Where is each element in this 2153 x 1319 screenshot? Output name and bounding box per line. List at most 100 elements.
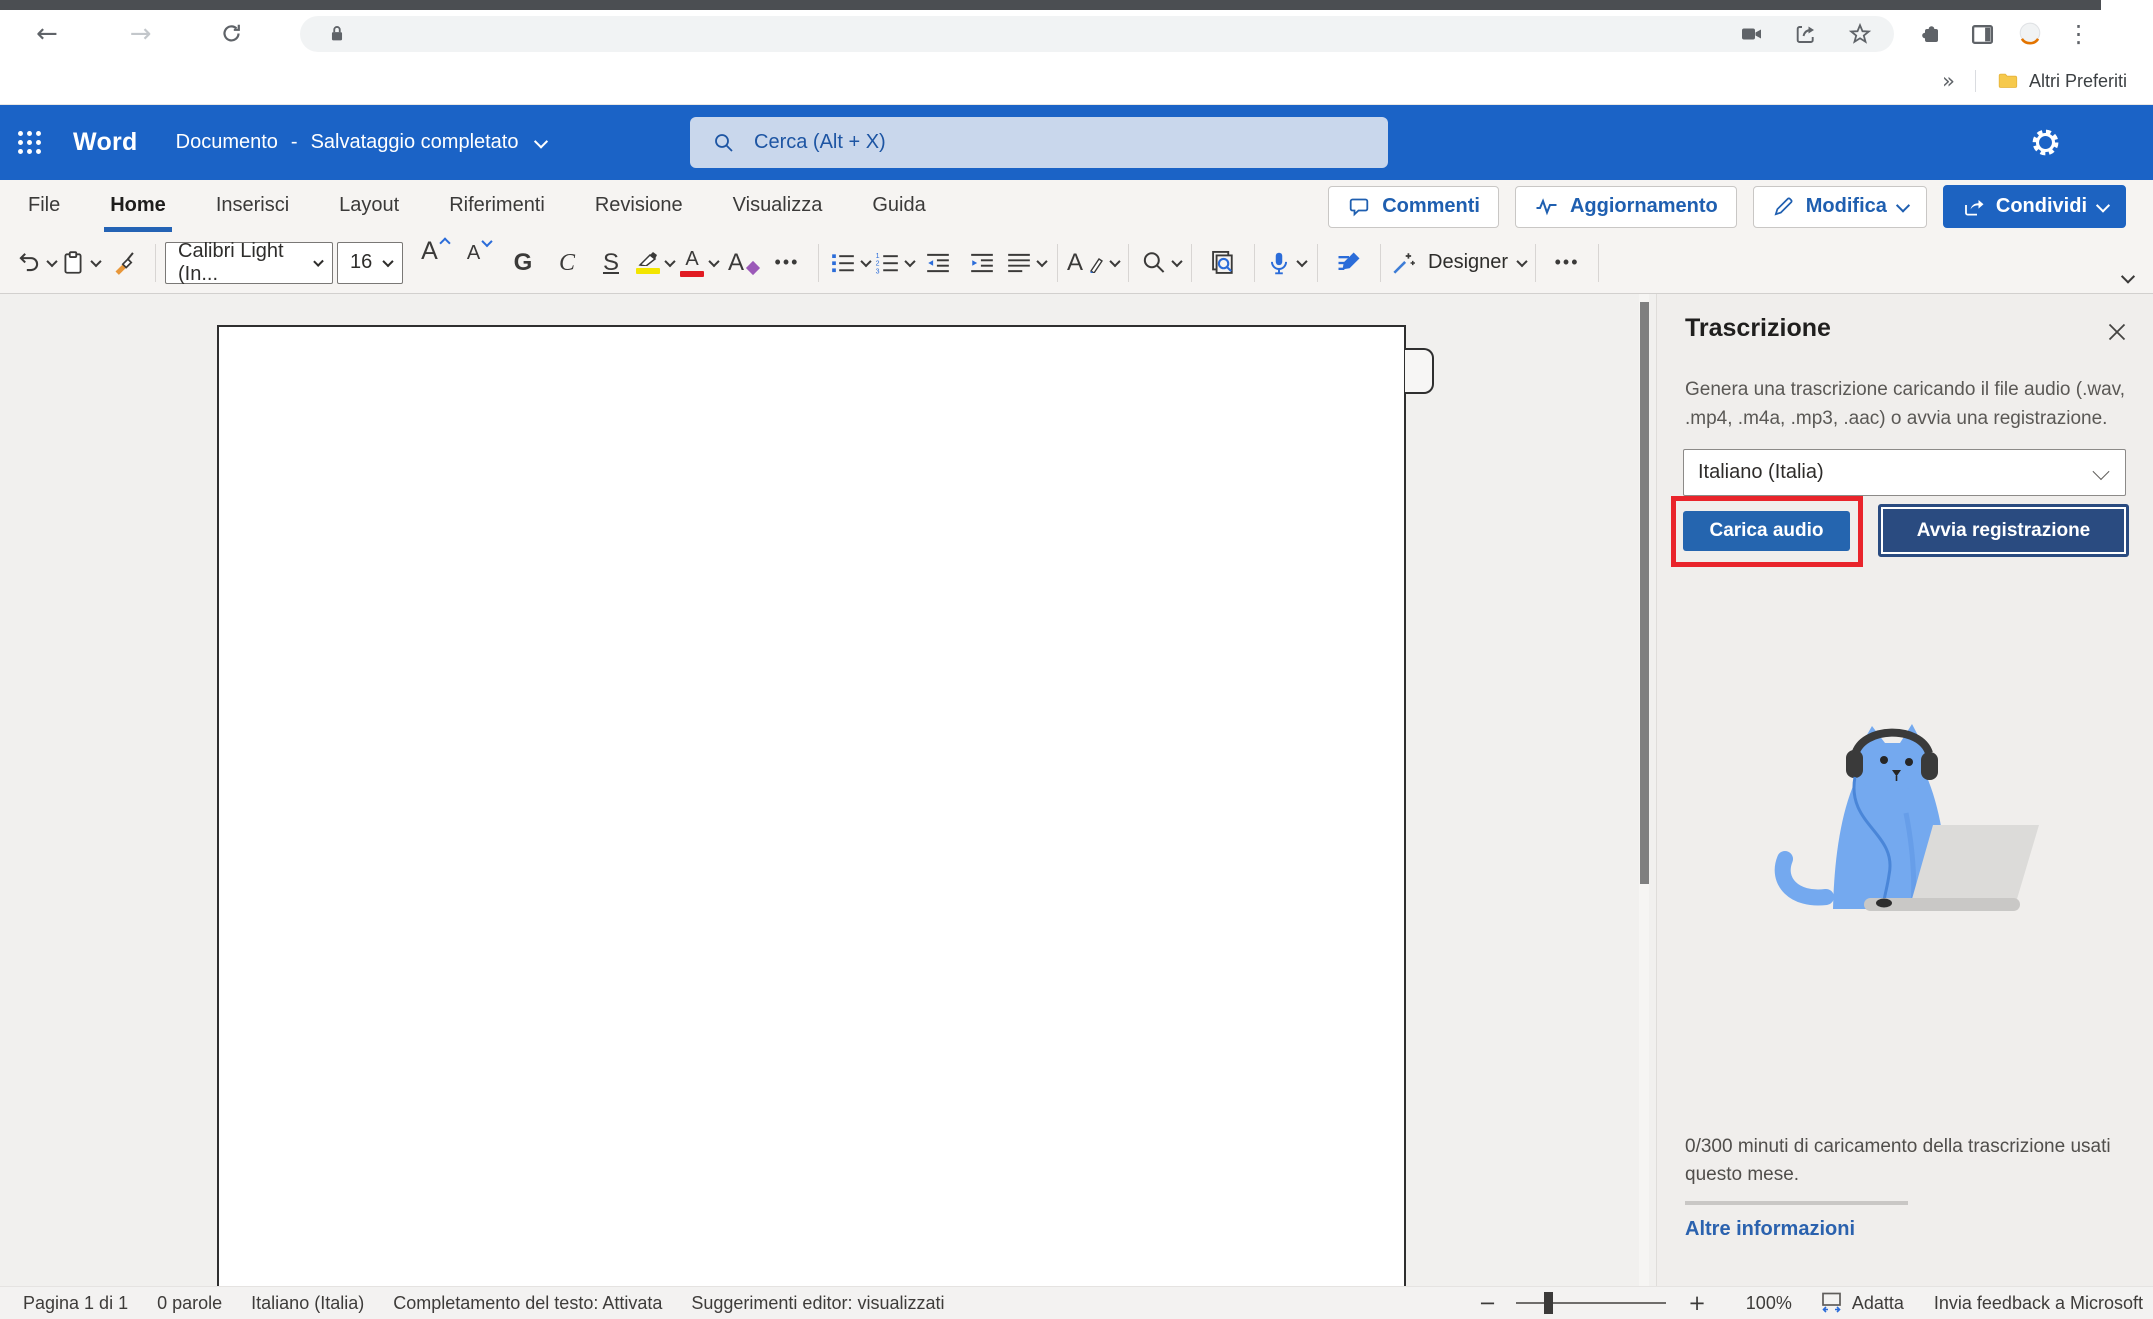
tab-guida[interactable]: Guida xyxy=(847,180,950,232)
zoom-slider[interactable] xyxy=(1516,1302,1666,1304)
bookmark-star-icon[interactable] xyxy=(1848,22,1872,46)
tab-inserisci[interactable]: Inserisci xyxy=(191,180,314,232)
document-page[interactable] xyxy=(217,325,1406,1286)
page-count[interactable]: Pagina 1 di 1 xyxy=(23,1293,128,1314)
comments-button[interactable]: Commenti xyxy=(1328,186,1499,228)
word-count[interactable]: 0 parole xyxy=(157,1293,222,1314)
more-commands-button[interactable]: ••• xyxy=(1545,239,1589,287)
font-size-select[interactable]: 16 xyxy=(337,242,403,284)
zoom-level[interactable]: 100% xyxy=(1746,1293,1792,1314)
chevron-down-icon[interactable] xyxy=(1171,255,1182,266)
tab-layout[interactable]: Layout xyxy=(314,180,424,232)
browser-back-icon[interactable]: ← xyxy=(36,21,58,47)
browser-menu-icon[interactable]: ⋮ xyxy=(2067,20,2091,48)
chevron-down-icon[interactable] xyxy=(533,134,547,148)
chevron-down-icon[interactable] xyxy=(708,255,719,266)
highlight-color-button[interactable] xyxy=(633,239,677,287)
comment-anchor-stub[interactable] xyxy=(1405,348,1434,394)
share-button[interactable]: Condividi xyxy=(1943,185,2126,228)
app-launcher-icon[interactable] xyxy=(16,129,43,156)
format-painter-button[interactable] xyxy=(102,239,146,287)
chevron-down-icon[interactable] xyxy=(1296,255,1307,266)
divider xyxy=(1317,244,1318,282)
updates-button[interactable]: Aggiornamento xyxy=(1515,186,1737,228)
chevron-down-icon[interactable] xyxy=(664,255,675,266)
share-page-icon[interactable] xyxy=(1794,22,1818,46)
document-title[interactable]: Documento - Salvataggio completato xyxy=(176,131,546,154)
media-camera-icon[interactable] xyxy=(1740,22,1764,46)
lock-icon[interactable] xyxy=(326,23,348,45)
chevron-down-icon[interactable] xyxy=(1516,255,1527,266)
increase-indent-button[interactable] xyxy=(960,239,1004,287)
chevron-down-icon[interactable] xyxy=(1036,255,1047,266)
underline-button[interactable]: S xyxy=(589,239,633,287)
styles-button[interactable]: A xyxy=(1067,239,1119,287)
profile-avatar[interactable] xyxy=(2017,21,2043,47)
app-name[interactable]: Word xyxy=(73,128,138,157)
tab-riferimenti[interactable]: Riferimenti xyxy=(424,180,570,232)
chevron-down-icon[interactable] xyxy=(860,255,871,266)
browser-reload-icon[interactable] xyxy=(220,22,244,46)
editor-suggestions-status[interactable]: Suggerimenti editor: visualizzati xyxy=(691,1293,944,1314)
document-language[interactable]: Italiano (Italia) xyxy=(251,1293,364,1314)
tab-visualizza[interactable]: Visualizza xyxy=(708,180,848,232)
send-feedback-link[interactable]: Invia feedback a Microsoft xyxy=(1934,1293,2143,1314)
designer-button[interactable]: Designer xyxy=(1390,239,1526,287)
numbered-list-button[interactable]: 123 xyxy=(872,239,916,287)
bold-button[interactable]: G xyxy=(501,239,545,287)
start-recording-button[interactable]: Avvia registrazione xyxy=(1878,504,2129,557)
search-input[interactable] xyxy=(752,130,1316,155)
fit-to-page-button[interactable]: Adatta xyxy=(1820,1291,1904,1315)
zoom-out-button[interactable]: − xyxy=(1479,1291,1497,1315)
tab-file[interactable]: File xyxy=(3,180,85,232)
collapse-ribbon-icon[interactable] xyxy=(2121,270,2135,284)
reading-view-search-button[interactable] xyxy=(1201,239,1245,287)
chevron-down-icon[interactable] xyxy=(1109,255,1120,266)
tab-revisione[interactable]: Revisione xyxy=(570,180,708,232)
zoom-slider-handle[interactable] xyxy=(1544,1292,1553,1314)
upload-audio-button[interactable]: Carica audio xyxy=(1683,511,1850,551)
bookmarks-overflow-icon[interactable]: » xyxy=(1942,69,1955,93)
document-name[interactable]: Documento xyxy=(176,131,278,154)
chevron-down-icon[interactable] xyxy=(46,255,57,266)
magic-wand-icon xyxy=(1390,250,1416,276)
browser-forward-icon[interactable]: → xyxy=(130,21,152,47)
bookmarks-folder-label[interactable]: Altri Preferiti xyxy=(2029,71,2127,92)
zoom-in-button[interactable]: + xyxy=(1688,1291,1706,1315)
search-box[interactable] xyxy=(690,117,1388,168)
italic-button[interactable]: C xyxy=(545,239,589,287)
paste-button[interactable] xyxy=(58,239,102,287)
font-color-button[interactable]: A xyxy=(677,239,721,287)
save-status[interactable]: Salvataggio completato xyxy=(311,131,519,154)
browser-active-tab[interactable] xyxy=(2101,0,2153,10)
bulleted-list-button[interactable] xyxy=(828,239,872,287)
folder-icon[interactable] xyxy=(1996,70,2019,92)
undo-button[interactable] xyxy=(14,239,58,287)
font-name-select[interactable]: Calibri Light (In... xyxy=(165,242,333,284)
chevron-down-icon[interactable] xyxy=(90,255,101,266)
more-font-options-button[interactable]: ••• xyxy=(765,239,809,287)
address-bar[interactable] xyxy=(300,16,1894,52)
edit-mode-button[interactable]: Modifica xyxy=(1753,186,1927,228)
decrease-indent-button[interactable] xyxy=(916,239,960,287)
language-select[interactable]: Italiano (Italia) xyxy=(1683,449,2126,496)
divider xyxy=(1598,244,1599,282)
clear-formatting-button[interactable]: A xyxy=(721,239,765,287)
editor-button[interactable] xyxy=(1327,239,1371,287)
settings-gear-icon[interactable] xyxy=(2030,127,2061,158)
grow-font-button[interactable]: A xyxy=(413,239,457,287)
find-button[interactable] xyxy=(1138,239,1182,287)
text-completion-status[interactable]: Completamento del testo: Attivata xyxy=(393,1293,662,1314)
extensions-icon[interactable] xyxy=(1920,22,1944,46)
chevron-down-icon[interactable] xyxy=(904,255,915,266)
transcription-panel: Trascrizione Genera una trascrizione car… xyxy=(1656,294,2153,1286)
alignment-button[interactable] xyxy=(1004,239,1048,287)
more-info-link[interactable]: Altre informazioni xyxy=(1685,1218,1855,1241)
tab-home[interactable]: Home xyxy=(85,180,191,232)
scrollbar-thumb[interactable] xyxy=(1640,302,1649,884)
dictate-button[interactable] xyxy=(1264,239,1308,287)
close-icon[interactable] xyxy=(2107,322,2127,342)
svg-text:2: 2 xyxy=(876,260,880,267)
side-panel-icon[interactable] xyxy=(1970,22,1995,47)
shrink-font-button[interactable]: A xyxy=(457,239,501,287)
